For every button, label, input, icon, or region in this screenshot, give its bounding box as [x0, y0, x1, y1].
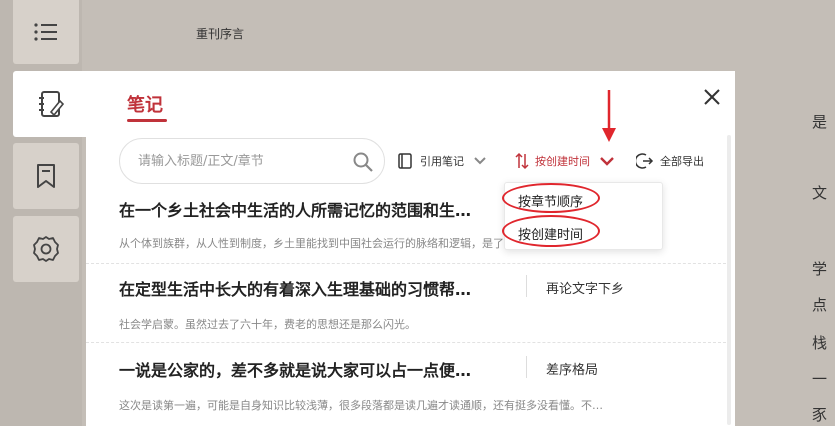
book-icon	[398, 153, 412, 169]
sidebar-notes-button[interactable]	[13, 71, 89, 137]
note-title: 在定型生活中长大的有着深入生理基础的习惯帮…	[119, 280, 472, 299]
gear-icon	[33, 236, 59, 262]
export-icon	[636, 153, 654, 169]
cite-notes-label: 引用笔记	[420, 155, 464, 168]
sidebar-settings-button[interactable]	[13, 216, 79, 282]
sort-dropdown[interactable]: 按创建时间	[514, 151, 616, 171]
note-title: 一说是公家的，差不多就是说大家可以占一点便…	[119, 361, 472, 380]
chevron-down-icon	[474, 157, 486, 165]
note-excerpt: 社会学启蒙。虽然过去了六十年，费老的思想还是那么闪光。	[119, 318, 416, 331]
separator	[526, 356, 527, 378]
page-text-fragment: 一	[812, 370, 828, 388]
panel-title: 笔记	[127, 95, 163, 116]
sort-icon	[515, 152, 529, 170]
page-text-fragment: 点	[812, 296, 828, 314]
chapter-title: 重刊序言	[196, 27, 245, 41]
export-all-button[interactable]: 全部导出	[636, 151, 704, 171]
annotation-arrow-icon	[602, 90, 616, 142]
page-text-fragment: 是	[812, 113, 828, 131]
note-item[interactable]: 一说是公家的，差不多就是说大家可以占一点便… 差序格局 这次是读第一遍，可能是自…	[86, 343, 726, 426]
cite-notes-filter[interactable]: 引用笔记	[396, 151, 488, 171]
annotation-ring	[502, 215, 600, 247]
sort-label: 按创建时间	[535, 155, 590, 168]
note-chapter: 再论文字下乡	[546, 282, 625, 297]
page-text-fragment: 文	[812, 184, 828, 202]
note-chapter: 差序格局	[546, 363, 599, 378]
annotation-ring	[502, 183, 600, 213]
scrollbar[interactable]	[727, 135, 731, 425]
sidebar-menu-button[interactable]	[13, 0, 79, 64]
page-text-fragment: 学	[812, 260, 828, 278]
chevron-down-icon	[600, 157, 614, 166]
sidebar-bookmark-button[interactable]	[13, 143, 79, 209]
note-item[interactable]: 在定型生活中长大的有着深入生理基础的习惯帮… 再论文字下乡 社会学启蒙。虽然过去…	[86, 264, 726, 342]
search-icon[interactable]	[352, 151, 374, 173]
note-title: 在一个乡土社会中生活的人所需记忆的范围和生…	[119, 201, 472, 220]
page-text-fragment: 栈	[812, 334, 828, 352]
note-excerpt: 这次是读第一遍，可能是自身知识比较浅薄，很多段落都是读几遍才读通顺，还有挺多没看…	[119, 399, 603, 412]
bookmark-icon	[37, 164, 55, 188]
title-underline	[127, 119, 167, 122]
separator	[526, 275, 527, 297]
export-label: 全部导出	[660, 155, 704, 168]
menu-icon	[34, 23, 57, 41]
close-icon[interactable]	[700, 85, 724, 109]
notes-icon	[39, 91, 65, 117]
search-input[interactable]	[138, 151, 338, 171]
page-text-fragment: 豕	[812, 406, 828, 424]
search-box[interactable]	[119, 138, 385, 184]
